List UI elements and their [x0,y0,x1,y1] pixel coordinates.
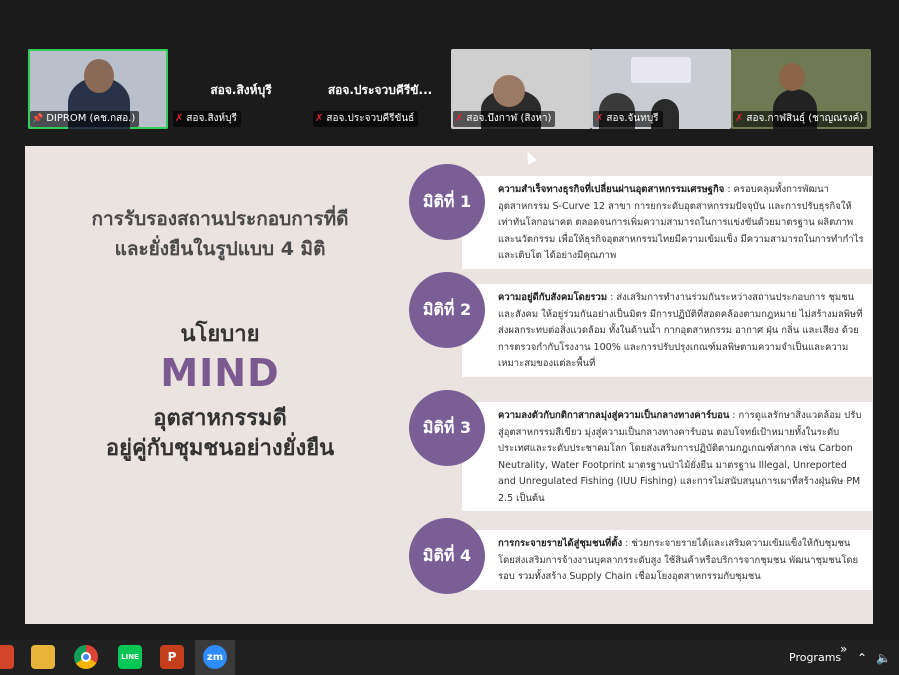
dimension-badge: มิติที่ 4 [409,518,485,594]
participant-name: สอจ.จันทบุรี [606,113,659,124]
participant-label: ✗ สอจ.สิงห์บุรี [173,111,241,127]
dimension-badge: มิติที่ 3 [409,390,485,466]
windows-taskbar: LINE P zm Programs » ⌃ 🔈 [0,640,899,675]
dimension-body: : ส่งเสริมการทำงานร่วมกันระหว่างสถานประก… [498,292,863,369]
slide-heading: การรับรองสถานประกอบการที่ดี และยั่งยืนใน… [25,204,415,264]
dimension-title: การกระจายรายได้สู่ชุมชนที่ตั้ง [498,538,623,549]
participant-head [493,75,525,107]
file-explorer-icon[interactable] [31,645,55,669]
app-icon-partial[interactable] [0,645,14,669]
participant-tile[interactable]: ✗ สอจ.กาฬสินธุ์ (ชาญณรงค์) [731,49,871,129]
participant-name: สอจ.ประจวบคีรีขันธ์ [326,113,415,124]
dimension-badge: มิติที่ 1 [409,164,485,240]
mind-logo-text: MIND [160,351,280,395]
participant-display-name: สอจ.สิงห์บุรี [210,83,272,97]
dimension-body: : การดูแลรักษาสิ่งแวดล้อม ปรับสู่อุตสาหก… [498,410,862,504]
presentation-slide: การรับรองสถานประกอบการที่ดี และยั่งยืนใน… [25,146,873,624]
participant-name: สอจ.กาฬสินธุ์ (ชาญณรงค์) [746,113,864,124]
speaker-icon[interactable]: 🔈 [876,651,891,665]
dimension-body: : ครอบคลุมทั้งการพัฒนาอุตสาหกรรม S-Curve… [498,184,864,261]
participant-head [779,63,805,91]
policy-label: นโยบาย [180,322,260,347]
mic-muted-icon: ✗ [175,113,184,124]
slide-subtitle: อุตสาหกรรมดี อยู่คู่กับชุมชนอย่างยั่งยืน [25,404,415,464]
participant-label: ✗ สอจ.ประจวบคีรีขันธ์ [313,111,419,127]
screen-share-area[interactable]: การรับรองสถานประกอบการที่ดี และยั่งยืนใน… [11,146,886,632]
programs-toolbar-label[interactable]: Programs [789,651,841,664]
mic-muted-icon: ✗ [595,113,604,124]
background-poster [631,57,691,83]
participant-tile[interactable]: สอจ.สิงห์บุรี ✗ สอจ.สิงห์บุรี [171,49,311,129]
powerpoint-icon[interactable]: P [160,645,184,669]
participant-label: ✗ สอจ.จันทบุรี [593,111,663,127]
participant-head [84,59,114,93]
participant-display-name: สอจ.ประจวบคีรีขั... [327,83,433,97]
slide-heading-line1: การรับรองสถานประกอบการที่ดี [91,208,349,230]
slide-heading-line2: และยั่งยืนในรูปแบบ 4 มิติ [114,238,326,260]
top-bar [0,0,899,46]
participant-tile[interactable]: ✗ สอจ.จันทบุรี [591,49,731,129]
dimension-card: ความอยู่ดีกับสังคมโดยรวม : ส่งเสริมการทำ… [462,284,872,377]
mic-muted-icon: ✗ [315,113,324,124]
participant-label: 📌 DIPROM (คช.กสอ.) [30,111,140,127]
participant-tile[interactable]: สอจ.ประจวบคีรีขั... ✗ สอจ.ประจวบคีรีขันธ… [311,49,449,129]
participant-label: ✗ สอจ.กาฬสินธุ์ (ชาญณรงค์) [733,111,868,127]
participant-label: ✗ สอจ.บึงกาฬ (สิงหา) [453,111,556,127]
participant-strip: 📌 DIPROM (คช.กสอ.) สอจ.สิงห์บุรี ✗ สอจ.ส… [0,46,899,132]
toolbar-expand-chevron[interactable]: » [840,642,847,656]
dimension-card: ความสำเร็จทางธุรกิจที่เปลี่ยนผ่านอุตสาหก… [462,176,872,269]
tray-expand-icon[interactable]: ⌃ [857,651,867,665]
mic-muted-icon: ✗ [455,113,464,124]
mic-muted-icon: ✗ [735,113,744,124]
dimension-badge: มิติที่ 2 [409,272,485,348]
dimension-card: การกระจายรายได้สู่ชุมชนที่ตั้ง : ช่วยกระ… [462,530,872,590]
dimension-title: ความลงตัวกับกติกาสากลมุ่งสู่ความเป็นกลาง… [498,410,730,421]
zoom-icon[interactable]: zm [203,645,227,669]
line-app-icon[interactable]: LINE [118,645,142,669]
pin-icon: 📌 [32,114,44,124]
participant-tile[interactable]: 📌 DIPROM (คช.กสอ.) [28,49,168,129]
dimension-title: ความอยู่ดีกับสังคมโดยรวม [498,292,608,303]
participant-name: สอจ.บึงกาฬ (สิงหา) [466,113,552,124]
slide-subtitle-line2: อยู่คู่กับชุมชนอย่างยั่งยืน [105,436,335,461]
dimension-title: ความสำเร็จทางธุรกิจที่เปลี่ยนผ่านอุตสาหก… [498,184,725,195]
participant-name: สอจ.สิงห์บุรี [186,113,237,124]
slide-subtitle-line1: อุตสาหกรรมดี [153,406,287,431]
participant-tile[interactable]: ✗ สอจ.บึงกาฬ (สิงหา) [451,49,591,129]
participant-name: DIPROM (คช.กสอ.) [46,113,136,124]
dimension-card: ความลงตัวกับกติกาสากลมุ่งสู่ความเป็นกลาง… [462,402,872,511]
chrome-icon[interactable] [74,645,98,669]
